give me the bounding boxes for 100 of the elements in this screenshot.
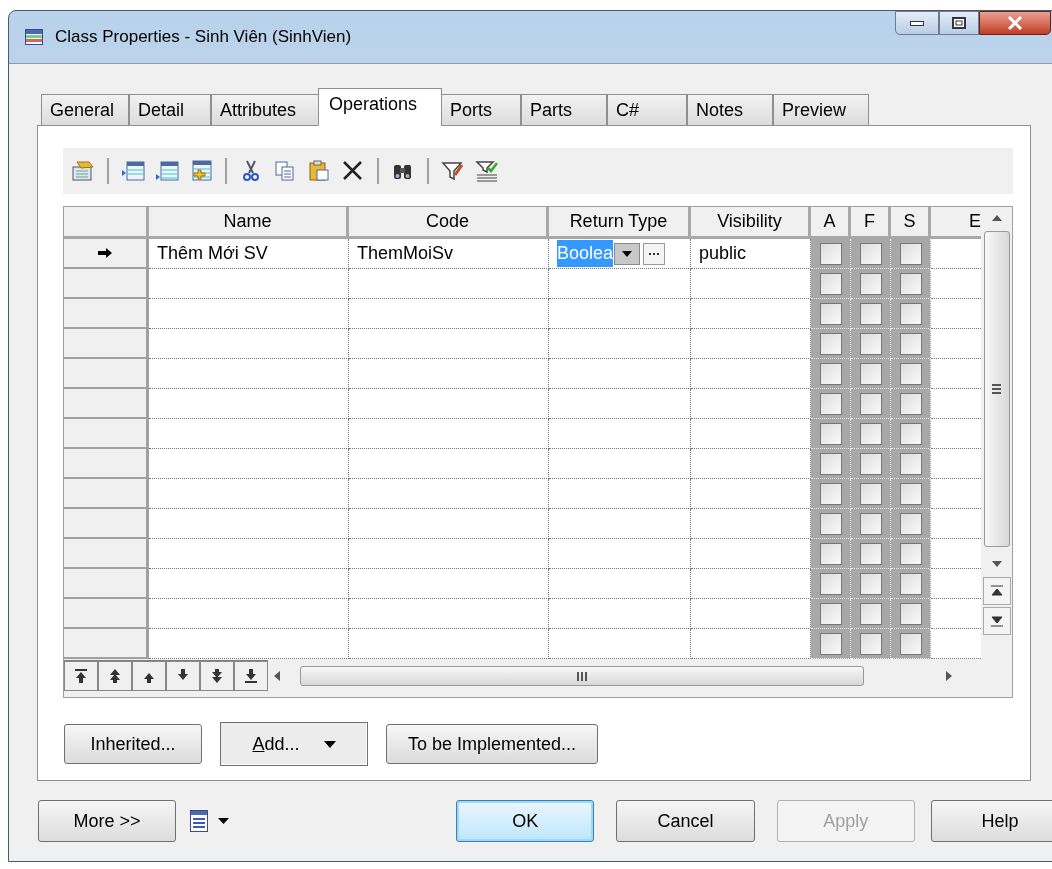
checkbox[interactable]: [859, 572, 882, 595]
checkbox[interactable]: [859, 302, 882, 325]
table-cell: Thêm Mới SV: [149, 239, 349, 269]
checkbox[interactable]: [899, 482, 922, 505]
list-icon: [190, 810, 209, 832]
layout-menu-button[interactable]: [190, 810, 230, 832]
action-button[interactable]: Inherited...: [64, 724, 202, 764]
column-header[interactable]: Name: [149, 207, 349, 239]
scrollbar-thumb[interactable]: [983, 231, 1010, 547]
checkbox[interactable]: [899, 362, 922, 385]
checkbox[interactable]: [819, 242, 842, 265]
checkbox[interactable]: [899, 512, 922, 535]
column-header[interactable]: F: [851, 207, 891, 239]
grip-icon: [992, 384, 1001, 394]
move-down-button[interactable]: [166, 661, 200, 691]
checkbox[interactable]: [859, 602, 882, 625]
scroll-top-icon: [990, 585, 1003, 597]
scrollbar-thumb[interactable]: [300, 666, 864, 686]
checkbox[interactable]: [859, 272, 882, 295]
move-to-bottom-icon: [244, 669, 258, 683]
filter-list-icon: [475, 159, 499, 183]
checkbox[interactable]: [859, 482, 882, 505]
checkbox[interactable]: [819, 572, 842, 595]
move-to-bottom-button[interactable]: [234, 661, 268, 691]
grip-icon: [577, 671, 587, 681]
column-header[interactable]: Code: [349, 207, 549, 239]
checkbox[interactable]: [819, 332, 842, 355]
checkbox[interactable]: [899, 572, 922, 595]
checkbox[interactable]: [859, 332, 882, 355]
maximize-button[interactable]: [939, 11, 979, 35]
page-down-icon: [210, 669, 224, 683]
checkbox[interactable]: [819, 632, 842, 655]
checkbox[interactable]: [819, 392, 842, 415]
tab[interactable]: Ports: [441, 94, 521, 126]
filter-icon: [441, 159, 465, 183]
checkbox[interactable]: [899, 632, 922, 655]
tab[interactable]: Parts: [521, 94, 607, 126]
dialog-button[interactable]: More >>: [38, 800, 177, 842]
tab[interactable]: General: [41, 94, 129, 126]
caret-icon: [218, 818, 230, 824]
page-up-button[interactable]: [98, 661, 132, 691]
scroll-top-button[interactable]: [982, 577, 1011, 605]
scroll-up-icon: [991, 215, 1002, 221]
tab[interactable]: Attributes: [211, 94, 319, 126]
checkbox[interactable]: [819, 482, 842, 505]
table-cell: [931, 239, 981, 269]
minimize-button[interactable]: [895, 11, 939, 35]
checkbox[interactable]: [859, 422, 882, 445]
checkbox[interactable]: [819, 512, 842, 535]
table-icon: [25, 29, 43, 45]
checkbox[interactable]: [819, 302, 842, 325]
column-header[interactable]: Visibility: [691, 207, 811, 239]
checkbox[interactable]: [899, 332, 922, 355]
checkbox[interactable]: [859, 452, 882, 475]
scroll-left-icon: [274, 671, 280, 681]
tab[interactable]: C#: [607, 94, 687, 126]
checkbox[interactable]: [819, 362, 842, 385]
table-cell: [931, 269, 981, 299]
dialog-button[interactable]: OK: [456, 800, 595, 842]
page-down-button[interactable]: [200, 661, 234, 691]
tab[interactable]: Notes: [687, 94, 773, 126]
action-button[interactable]: Add...: [220, 722, 368, 766]
checkbox[interactable]: [859, 242, 882, 265]
dropdown-button[interactable]: [614, 242, 641, 265]
checkbox[interactable]: [859, 512, 882, 535]
checkbox[interactable]: [819, 542, 842, 565]
checkbox[interactable]: [819, 422, 842, 445]
action-button[interactable]: To be Implemented...: [386, 724, 598, 764]
properties-icon: [71, 159, 95, 183]
checkbox[interactable]: [899, 602, 922, 625]
checkbox[interactable]: [899, 422, 922, 445]
row-header[interactable]: [64, 239, 149, 269]
ellipsis-button[interactable]: [643, 242, 666, 265]
dialog-button[interactable]: Help: [930, 800, 1052, 842]
checkbox[interactable]: [859, 362, 882, 385]
checkbox[interactable]: [899, 542, 922, 565]
checkbox[interactable]: [859, 632, 882, 655]
checkbox[interactable]: [819, 602, 842, 625]
dialog-button[interactable]: Cancel: [616, 800, 755, 842]
column-header[interactable]: A: [811, 207, 851, 239]
checkbox[interactable]: [899, 302, 922, 325]
tab[interactable]: Preview: [773, 94, 869, 126]
checkbox[interactable]: [899, 242, 922, 265]
checkbox[interactable]: [859, 542, 882, 565]
column-header[interactable]: Return Type: [549, 207, 691, 239]
checkbox[interactable]: [899, 452, 922, 475]
column-header[interactable]: S: [891, 207, 931, 239]
move-up-button[interactable]: [132, 661, 166, 691]
ellipsis-icon: [649, 252, 660, 255]
checkbox[interactable]: [819, 272, 842, 295]
tab[interactable]: Operations: [318, 88, 442, 126]
checkbox[interactable]: [819, 452, 842, 475]
checkbox[interactable]: [899, 272, 922, 295]
move-to-top-button[interactable]: [64, 661, 98, 691]
tab[interactable]: Detail: [129, 94, 211, 126]
scroll-bottom-button[interactable]: [982, 607, 1011, 635]
table-cell: [931, 329, 981, 359]
checkbox[interactable]: [899, 392, 922, 415]
close-button[interactable]: [979, 11, 1051, 35]
checkbox[interactable]: [859, 392, 882, 415]
